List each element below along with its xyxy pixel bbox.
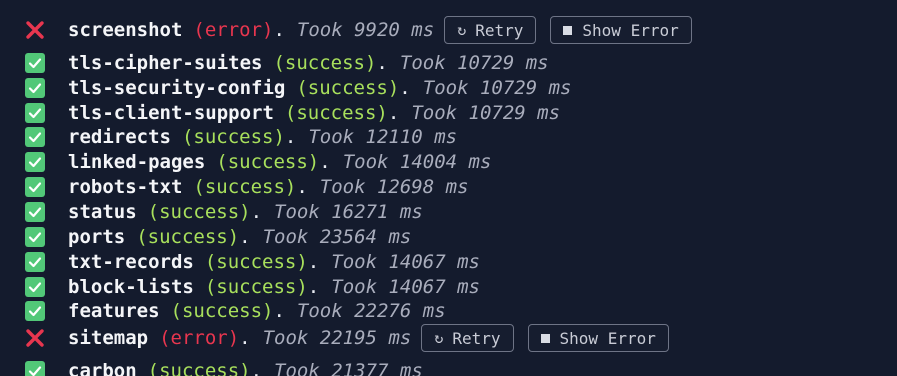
duration-text: Took 9920 ms [296, 19, 435, 41]
show-error-button[interactable]: Show Error [527, 324, 669, 352]
cross-icon [24, 19, 46, 41]
period: . [284, 126, 297, 148]
check-icon [25, 252, 45, 272]
duration-text: Took 14067 ms [331, 276, 480, 298]
period: . [273, 19, 285, 41]
duration-text: Took 10729 ms [422, 77, 572, 99]
check-row-txt-records: txt-records (success) . Took 14067 ms [24, 250, 480, 274]
duration-text: Took 12110 ms [308, 126, 458, 148]
status-text: (success) [273, 52, 377, 74]
check-icon [25, 227, 45, 247]
period: . [273, 300, 285, 322]
check-row-features: features (success) . Took 22276 ms [24, 299, 446, 323]
status-text: (error) [159, 327, 240, 349]
status-text: (success) [147, 201, 251, 223]
period: . [387, 102, 400, 124]
check-icon [25, 277, 45, 297]
check-name: status [68, 201, 137, 223]
period: . [296, 176, 308, 198]
duration-text: Took 22276 ms [296, 300, 446, 322]
check-name: tls-client-support [68, 102, 274, 124]
status-text: (success) [147, 360, 251, 376]
check-icon [25, 202, 45, 222]
show-error-label: Show Error [559, 328, 656, 348]
status-text: (error) [193, 19, 274, 41]
duration-text: Took 12698 ms [319, 176, 469, 198]
check-name: features [68, 300, 160, 322]
show-error-label: Show Error [582, 20, 679, 40]
check-row-linked-pages: linked-pages (success) . Took 14004 ms [24, 150, 491, 174]
check-icon [25, 127, 45, 147]
duration-text: Took 23564 ms [262, 226, 412, 248]
status-text: (success) [204, 276, 308, 298]
check-row-tls-cipher-suites: tls-cipher-suites (success) . Took 10729… [24, 51, 549, 75]
period: . [307, 276, 320, 298]
status-text: (success) [284, 102, 388, 124]
check-name: ports [68, 226, 126, 248]
status-text: (success) [296, 77, 400, 99]
duration-text: Took 21377 ms [274, 360, 423, 376]
period: . [307, 251, 320, 273]
check-icon [25, 301, 45, 321]
check-name: redirects [68, 126, 171, 148]
show-error-button[interactable]: Show Error [550, 16, 692, 44]
check-icon [25, 53, 45, 73]
refresh-icon: ↻ [457, 21, 467, 39]
check-row-sitemap: sitemap (error) . Took 22195 ms ↻ Retry … [24, 324, 669, 352]
retry-button[interactable]: ↻ Retry [421, 324, 514, 352]
duration-text: Took 10729 ms [399, 52, 549, 74]
check-row-tls-security-config: tls-security-config (success) . Took 107… [24, 76, 571, 100]
duration-text: Took 14004 ms [342, 151, 492, 173]
check-row-status: status (success) . Took 16271 ms [24, 200, 423, 224]
stop-square-icon [540, 333, 550, 343]
check-name: block-lists [68, 276, 194, 298]
period: . [399, 77, 411, 99]
check-row-redirects: redirects (success) . Took 12110 ms [24, 125, 457, 149]
check-name: sitemap [68, 327, 149, 349]
period: . [239, 327, 251, 349]
status-text: (success) [193, 176, 297, 198]
duration-text: Took 14067 ms [331, 251, 480, 273]
status-text: (success) [216, 151, 320, 173]
retry-button[interactable]: ↻ Retry [444, 16, 537, 44]
duration-text: Took 16271 ms [274, 201, 423, 223]
check-name: tls-cipher-suites [68, 52, 263, 74]
check-icon [25, 78, 45, 98]
period: . [319, 151, 331, 173]
check-row-robots-txt: robots-txt (success) . Took 12698 ms [24, 175, 469, 199]
check-row-block-lists: block-lists (success) . Took 14067 ms [24, 275, 480, 299]
period: . [376, 52, 388, 74]
check-name: screenshot [68, 19, 183, 41]
duration-text: Took 10729 ms [411, 102, 561, 124]
status-text: (success) [181, 126, 285, 148]
retry-label: Retry [452, 328, 501, 348]
period: . [239, 226, 251, 248]
check-row-tls-client-support: tls-client-support (success) . Took 1072… [24, 101, 560, 125]
check-name: carbon [68, 360, 137, 376]
stop-square-icon [563, 25, 573, 35]
check-name: linked-pages [68, 151, 206, 173]
check-name: robots-txt [68, 176, 183, 198]
check-row-screenshot: screenshot (error) . Took 9920 ms ↻ Retr… [24, 16, 692, 44]
check-icon [25, 177, 45, 197]
status-text: (success) [204, 251, 308, 273]
check-icon [25, 152, 45, 172]
check-icon [25, 103, 45, 123]
status-text: (success) [136, 226, 240, 248]
check-name: tls-security-config [68, 77, 286, 99]
status-text: (success) [170, 300, 274, 322]
refresh-icon: ↻ [434, 329, 444, 347]
duration-text: Took 22195 ms [262, 327, 412, 349]
cross-icon [24, 327, 46, 349]
period: . [250, 360, 263, 376]
check-row-carbon: carbon (success) . Took 21377 ms [24, 359, 423, 376]
check-results-panel: screenshot (error) . Took 9920 ms ↻ Retr… [0, 0, 897, 376]
retry-label: Retry [475, 20, 524, 40]
check-icon [25, 361, 45, 376]
check-row-ports: ports (success) . Took 23564 ms [24, 225, 411, 249]
check-name: txt-records [68, 251, 194, 273]
period: . [250, 201, 263, 223]
